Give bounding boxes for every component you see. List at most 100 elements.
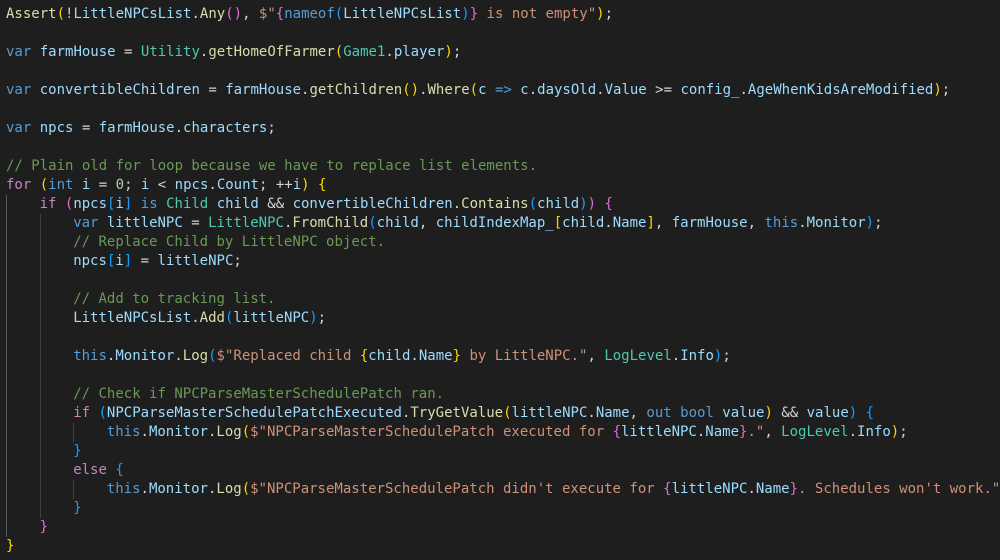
code-token: Log bbox=[216, 424, 242, 440]
code-line[interactable] bbox=[6, 271, 1000, 290]
indent-guide bbox=[39, 423, 74, 442]
code-line[interactable]: this.Monitor.Log($"Replaced child {child… bbox=[6, 347, 1000, 366]
code-token: ." bbox=[747, 424, 765, 440]
code-token: child bbox=[562, 215, 605, 231]
code-line[interactable]: var littleNPC = LittleNPC.FromChild(chil… bbox=[6, 214, 1000, 233]
indent-guide bbox=[39, 290, 74, 309]
code-token: . bbox=[191, 6, 200, 22]
code-token: getChildren bbox=[309, 82, 403, 98]
code-token: c bbox=[520, 82, 529, 98]
code-token: Child bbox=[166, 196, 209, 212]
code-line[interactable] bbox=[6, 138, 1000, 157]
code-token: . bbox=[419, 82, 428, 98]
code-token: ) bbox=[301, 177, 310, 193]
code-token: var bbox=[6, 82, 32, 98]
code-token: LogLevel bbox=[604, 348, 672, 364]
code-token: npcs bbox=[73, 253, 107, 269]
code-token: Name bbox=[612, 215, 647, 231]
indent-guide bbox=[6, 385, 40, 404]
code-token: this bbox=[106, 481, 141, 497]
code-token: . bbox=[140, 424, 149, 440]
indent-guide bbox=[39, 233, 74, 252]
code-line[interactable] bbox=[6, 328, 1000, 347]
code-token: { bbox=[275, 6, 285, 22]
code-token: Add bbox=[199, 310, 225, 326]
code-token: = bbox=[90, 177, 116, 193]
code-token: farmHouse bbox=[225, 82, 302, 98]
code-line[interactable]: } bbox=[6, 499, 1000, 518]
code-line[interactable]: else { bbox=[6, 461, 1000, 480]
code-line[interactable] bbox=[6, 366, 1000, 385]
code-line[interactable]: // Plain old for loop because we have to… bbox=[6, 157, 1000, 176]
code-token: Log bbox=[216, 481, 242, 497]
code-token: farmHouse bbox=[98, 120, 175, 136]
code-line[interactable] bbox=[6, 24, 1000, 43]
code-token: value bbox=[722, 405, 765, 421]
code-token: ; bbox=[722, 348, 731, 364]
code-line[interactable]: var farmHouse = Utility. getHomeOfFarmer(… bbox=[6, 43, 1000, 62]
code-token: Monitor bbox=[148, 481, 208, 497]
code-token: . bbox=[191, 310, 200, 326]
code-token: . bbox=[747, 481, 756, 497]
code-line[interactable] bbox=[6, 100, 1000, 119]
code-token: { bbox=[604, 196, 613, 212]
code-token: bool bbox=[680, 405, 714, 421]
code-token: ) bbox=[933, 82, 942, 98]
code-token: { bbox=[318, 177, 327, 193]
code-token: for bbox=[6, 177, 32, 193]
indent-guide bbox=[39, 214, 74, 233]
code-line[interactable]: } bbox=[6, 442, 1000, 461]
code-editor[interactable]: Assert(!LittleNPCsList.Any(), $"{nameof(… bbox=[0, 0, 1000, 560]
indent-guide bbox=[6, 233, 40, 252]
code-token: ] bbox=[123, 253, 133, 269]
code-line[interactable]: var convertibleChildren = farmHouse. getC… bbox=[6, 81, 1000, 100]
code-line[interactable]: for (int i = 0; i < npcs.Count; ++i) { bbox=[6, 176, 1000, 195]
code-line[interactable]: this.Monitor.Log($"NPCParseMasterSchedul… bbox=[6, 423, 1000, 442]
code-line[interactable]: npcs[i] = littleNPC; bbox=[6, 252, 1000, 271]
code-token: convertibleChildren bbox=[39, 82, 200, 98]
code-line[interactable]: if (npcs[i] is Child child && convertibl… bbox=[6, 195, 1000, 214]
code-token: is bbox=[140, 196, 158, 212]
code-token: => bbox=[494, 82, 512, 98]
code-token: ) bbox=[587, 196, 597, 212]
code-token: var bbox=[6, 120, 32, 136]
code-token: child bbox=[376, 215, 419, 231]
code-token: this bbox=[73, 348, 107, 364]
code-line[interactable]: // Check if NPCParseMasterSchedulePatch … bbox=[6, 385, 1000, 404]
indent-guide bbox=[39, 309, 74, 328]
code-line[interactable] bbox=[6, 62, 1000, 81]
code-token: ( bbox=[503, 405, 512, 421]
code-token: // Replace Child by LittleNPC object. bbox=[73, 234, 386, 250]
code-line[interactable]: this.Monitor.Log($"NPCParseMasterSchedul… bbox=[6, 480, 1000, 499]
indent-guide bbox=[73, 480, 107, 499]
code-token: if bbox=[73, 405, 91, 421]
code-token: ; bbox=[267, 120, 276, 136]
code-block[interactable]: Assert(!LittleNPCsList.Any(), $"{nameof(… bbox=[6, 5, 1000, 556]
code-line[interactable]: Assert(!LittleNPCsList.Any(), $"{nameof(… bbox=[6, 5, 1000, 24]
code-line[interactable]: if (NPCParseMasterSchedulePatchExecuted.… bbox=[6, 404, 1000, 423]
code-token: . bbox=[410, 348, 419, 364]
code-token: if bbox=[39, 196, 57, 212]
code-line[interactable]: // Replace Child by LittleNPC object. bbox=[6, 233, 1000, 252]
code-line[interactable]: } bbox=[6, 537, 1000, 556]
code-line[interactable]: } bbox=[6, 518, 1000, 537]
code-token: ( bbox=[469, 82, 479, 98]
code-token: ) bbox=[461, 6, 470, 22]
code-token: ; bbox=[899, 424, 908, 440]
code-token: , bbox=[654, 215, 672, 231]
code-token: npcs bbox=[39, 120, 74, 136]
code-token: . bbox=[385, 44, 394, 60]
code-line[interactable]: var npcs = farmHouse.characters; bbox=[6, 119, 1000, 138]
indent-guide bbox=[6, 347, 40, 366]
code-token: i bbox=[115, 253, 124, 269]
code-line[interactable]: LittleNPCsList.Add(littleNPC); bbox=[6, 309, 1000, 328]
code-token: ( bbox=[56, 6, 66, 22]
code-token: . Schedules won't work." bbox=[798, 481, 1000, 497]
code-token: $"NPCParseMasterSchedulePatch didn't exe… bbox=[250, 481, 664, 497]
code-line[interactable]: // Add to tracking list. bbox=[6, 290, 1000, 309]
